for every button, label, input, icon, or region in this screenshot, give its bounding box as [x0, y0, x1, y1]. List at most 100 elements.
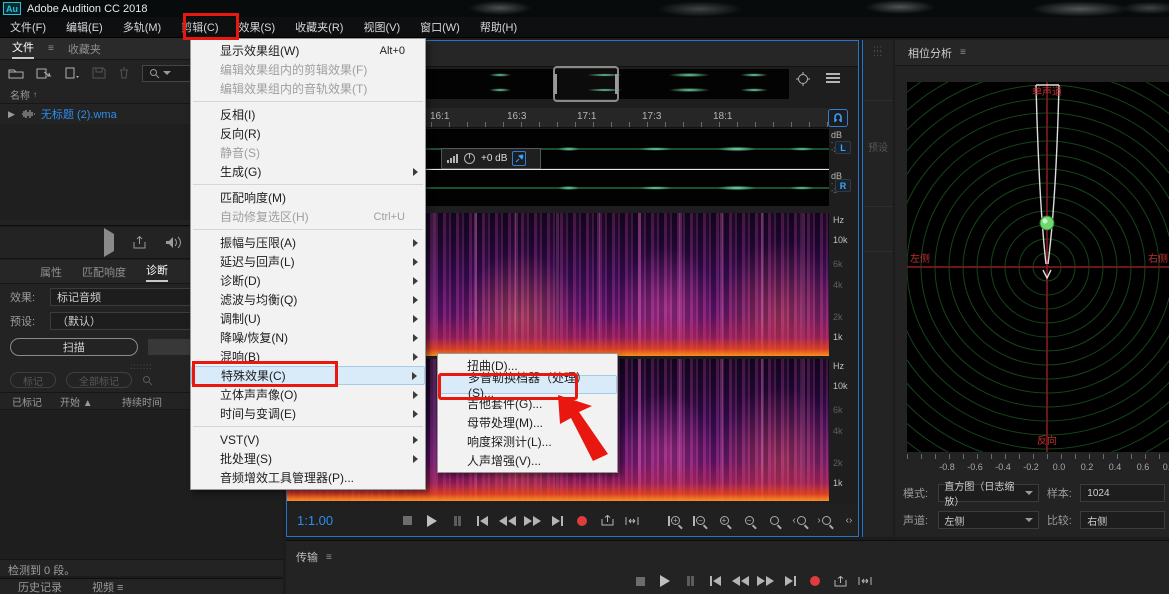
speaker-icon[interactable]: [165, 236, 182, 249]
rewind-button[interactable]: [498, 513, 516, 529]
zoom-out-time-button[interactable]: −: [740, 513, 758, 529]
menu-view[interactable]: 视图(V): [353, 16, 410, 38]
skip-to-start-button[interactable]: [706, 573, 724, 589]
zoom-navigator-handle[interactable]: [553, 66, 619, 102]
menu-item-batch-process[interactable]: 批处理(S): [191, 449, 425, 468]
menu-item-doppler-shifter[interactable]: 多普勒换档器（处理）(S)...: [438, 371, 617, 400]
gain-value[interactable]: +0 dB: [481, 153, 507, 164]
tab-properties[interactable]: 属性: [40, 264, 62, 280]
stop-button[interactable]: [398, 513, 416, 529]
pin-icon[interactable]: [512, 151, 527, 166]
stop-button[interactable]: [631, 573, 649, 589]
tab-diagnostics[interactable]: 诊断: [146, 262, 168, 282]
pause-button[interactable]: [448, 513, 466, 529]
menu-item-modulation[interactable]: 调制(U): [191, 309, 425, 328]
menu-item-reverse[interactable]: 反向(R): [191, 124, 425, 143]
mode-select[interactable]: 直方图（日志缩放）: [938, 482, 1039, 508]
menu-item-show-effects-rack[interactable]: 显示效果组(W) Alt+0: [191, 41, 425, 60]
loop-playback-button[interactable]: [831, 573, 849, 589]
panel-menu-icon[interactable]: ≡: [960, 47, 966, 58]
samples-value[interactable]: 1024: [1080, 484, 1165, 502]
menu-help[interactable]: 帮助(H): [470, 16, 527, 38]
export-icon[interactable]: [132, 236, 147, 249]
menu-item-loudness-radar[interactable]: 响度探测计(L)...: [438, 432, 617, 451]
skip-selection-button[interactable]: [623, 513, 641, 529]
menu-item-special-effects[interactable]: 特殊效果(C): [191, 366, 425, 385]
scan-button[interactable]: 扫描: [10, 338, 138, 356]
zoom-selection-button[interactable]: ‹›: [840, 513, 858, 529]
zoom-selection-right-button[interactable]: ›: [815, 513, 833, 529]
menu-file[interactable]: 文件(F): [0, 16, 56, 38]
menu-favorites[interactable]: 收藏夹(R): [285, 16, 353, 38]
channel-badge-right[interactable]: R: [835, 179, 851, 192]
menu-window[interactable]: 窗口(W): [410, 16, 470, 38]
menu-item-diagnostics[interactable]: 诊断(D): [191, 271, 425, 290]
menu-edit[interactable]: 编辑(E): [56, 16, 113, 38]
menu-item-guitar-suite[interactable]: 吉他套件(G)...: [438, 394, 617, 413]
menu-item-filter-eq[interactable]: 滤波与均衡(Q): [191, 290, 425, 309]
zoom-selection-left-button[interactable]: ‹: [790, 513, 808, 529]
tab-video[interactable]: 视频 ≡: [92, 579, 123, 594]
menu-item-noise-reduction[interactable]: 降噪/恢复(N): [191, 328, 425, 347]
menu-item-invert[interactable]: 反相(I): [191, 105, 425, 124]
skip-to-start-button[interactable]: [473, 513, 491, 529]
skip-to-end-button[interactable]: [781, 573, 799, 589]
fast-forward-button[interactable]: [523, 513, 541, 529]
pause-button[interactable]: [681, 573, 699, 589]
skip-to-end-button[interactable]: [548, 513, 566, 529]
list-view-icon[interactable]: [825, 71, 841, 87]
collapsed-panel-strip[interactable]: :::::: 预设: [862, 40, 893, 537]
menu-effects[interactable]: 效果(S): [229, 16, 286, 38]
preview-play-icon[interactable]: [104, 227, 114, 257]
snap-magnet-icon[interactable]: [828, 109, 848, 127]
tab-history[interactable]: 历史记录: [18, 579, 62, 594]
open-file-icon[interactable]: [8, 67, 24, 79]
channel-badge-left[interactable]: L: [835, 141, 851, 154]
zoom-level-value[interactable]: 1:1.00: [297, 513, 398, 528]
menu-item-delay-echo[interactable]: 延迟与回声(L): [191, 252, 425, 271]
panel-menu-icon[interactable]: ≡: [48, 43, 54, 54]
preset-strip-label[interactable]: 预设: [863, 139, 893, 154]
new-file-icon[interactable]: [64, 67, 80, 79]
menu-item-generate[interactable]: 生成(G): [191, 162, 425, 181]
column-marked[interactable]: 已标记: [12, 394, 60, 409]
zoom-reset-button[interactable]: [765, 513, 783, 529]
menu-item-mastering[interactable]: 母带处理(M)...: [438, 413, 617, 432]
channel-select[interactable]: 左侧: [938, 511, 1039, 529]
compare-value[interactable]: 右侧: [1080, 511, 1165, 529]
fast-forward-button[interactable]: [756, 573, 774, 589]
tab-files[interactable]: 文件: [12, 39, 34, 59]
skip-selection-button[interactable]: [856, 573, 874, 589]
menu-item-time-pitch[interactable]: 时间与变调(E): [191, 404, 425, 423]
zoom-navigator-icon[interactable]: [795, 71, 811, 87]
column-duration[interactable]: 持续时间: [122, 394, 190, 409]
panel-menu-icon[interactable]: ≡: [326, 552, 332, 563]
phase-display[interactable]: 单声道 左侧 右侧 反向: [907, 82, 1169, 452]
column-start[interactable]: 开始 ▲: [60, 394, 122, 409]
zoom-in-time-button[interactable]: +: [715, 513, 733, 529]
record-button[interactable]: [806, 573, 824, 589]
zoom-in-amplitude-button[interactable]: +: [665, 513, 683, 529]
gain-knob-icon[interactable]: [463, 152, 476, 165]
column-name[interactable]: 名称: [10, 87, 30, 102]
file-name[interactable]: 无标题 (2).wma: [41, 106, 117, 122]
menu-item-vocal-enhancer[interactable]: 人声增强(V)...: [438, 451, 617, 470]
menu-item-stereo-imagery[interactable]: 立体声声像(O): [191, 385, 425, 404]
play-button[interactable]: [423, 513, 441, 529]
import-file-icon[interactable]: [36, 67, 52, 79]
loop-playback-button[interactable]: [598, 513, 616, 529]
menu-item-amplitude-compression[interactable]: 振幅与压限(A): [191, 233, 425, 252]
panel-grip-icon[interactable]: ::::::: [863, 45, 893, 58]
expand-chevron-icon[interactable]: ▶: [8, 109, 15, 120]
menu-multitrack[interactable]: 多轨(M): [113, 16, 172, 38]
rewind-button[interactable]: [731, 573, 749, 589]
menu-item-reverb[interactable]: 混响(B): [191, 347, 425, 366]
menu-item-vst[interactable]: VST(V): [191, 430, 425, 449]
menu-item-audio-plugin-manager[interactable]: 音频增效工具管理器(P)...: [191, 468, 425, 487]
zoom-out-amplitude-button[interactable]: −: [690, 513, 708, 529]
menu-clip[interactable]: 剪辑(C): [171, 16, 228, 38]
play-button[interactable]: [656, 573, 674, 589]
record-button[interactable]: [573, 513, 591, 529]
menu-item-match-loudness[interactable]: 匹配响度(M): [191, 188, 425, 207]
tab-favorites[interactable]: 收藏夹: [68, 41, 101, 57]
